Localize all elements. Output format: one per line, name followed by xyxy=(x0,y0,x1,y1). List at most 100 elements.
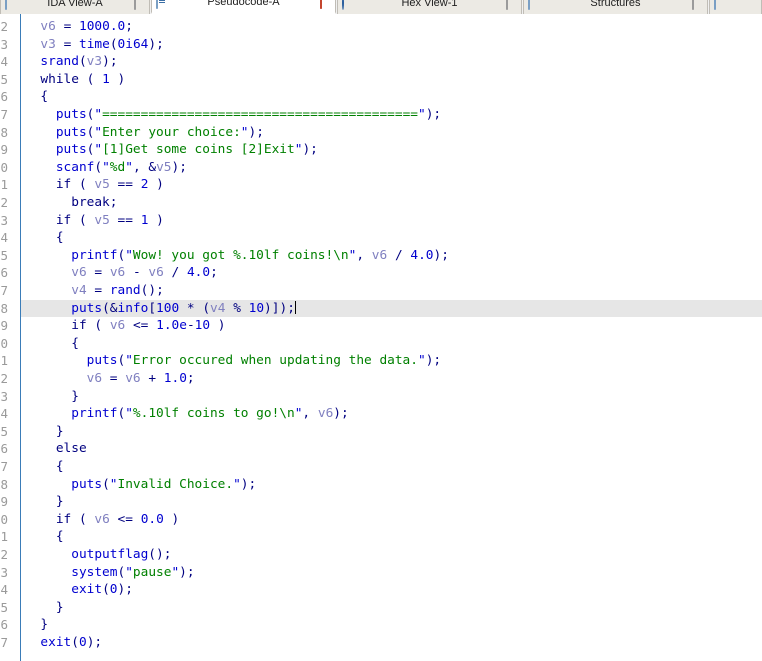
line-number: 22 xyxy=(0,371,8,386)
close-icon[interactable] xyxy=(320,0,331,9)
code-text: puts("==================================… xyxy=(55,107,442,122)
code-text: while ( 1 ) xyxy=(40,71,126,87)
code-line[interactable]: scanf("%d", &v5); xyxy=(21,159,762,177)
code-text: { xyxy=(40,89,49,105)
code-line[interactable]: else xyxy=(21,440,762,458)
code-text: system("pause"); xyxy=(71,564,195,580)
code-text: break; xyxy=(71,195,118,210)
code-line[interactable]: { xyxy=(21,458,762,476)
code-line[interactable]: v4 = rand(); xyxy=(21,282,762,300)
tab-ida-view-a[interactable]: IDA View-A xyxy=(0,0,150,14)
line-number: 10 xyxy=(0,159,8,175)
code-line[interactable]: srand(v3); xyxy=(21,53,762,71)
line-number: 27 xyxy=(0,459,8,474)
code-line[interactable]: puts("==================================… xyxy=(21,106,762,124)
line-number: 14 xyxy=(0,230,8,246)
code-line[interactable]: if ( v6 <= 1.0e-10 ) xyxy=(21,317,762,335)
code-text: } xyxy=(55,599,64,615)
code-text: if ( v5 == 2 ) xyxy=(55,177,164,193)
code-line[interactable]: puts("Error occured when updating the da… xyxy=(21,352,762,370)
code-line[interactable]: printf("Wow! you got %.10lf coins!\n", v… xyxy=(21,247,762,265)
code-line[interactable]: puts("[1]Get some coins [2]Exit"); xyxy=(21,141,762,159)
code-line[interactable]: { xyxy=(21,229,762,247)
hex-circle-icon xyxy=(342,0,353,10)
tab-structures[interactable]: Structures xyxy=(523,0,708,14)
code-line[interactable]: if ( v6 <= 0.0 ) xyxy=(21,511,762,529)
code-text: } xyxy=(71,388,79,404)
code-line[interactable]: { xyxy=(21,335,762,353)
text-cursor xyxy=(294,300,296,314)
pseudocode-page-icon xyxy=(156,0,167,9)
code-line[interactable]: v6 = v6 + 1.0; xyxy=(21,370,762,388)
code-line[interactable]: } xyxy=(21,423,762,441)
line-number: 26 xyxy=(0,441,8,457)
line-number: 18 xyxy=(0,300,8,316)
code-text: puts("Invalid Choice."); xyxy=(71,476,257,492)
restore-icon[interactable] xyxy=(692,0,703,10)
line-number: 2 xyxy=(0,19,8,34)
code-text: { xyxy=(71,335,79,351)
tab-extra[interactable] xyxy=(709,0,762,14)
line-number: 8 xyxy=(0,124,8,140)
code-line[interactable]: } xyxy=(21,493,762,511)
code-line[interactable]: puts("Invalid Choice."); xyxy=(21,476,762,494)
code-line[interactable]: exit(0); xyxy=(21,634,762,652)
code-text: v6 = v6 - v6 / 4.0; xyxy=(71,265,218,281)
restore-icon[interactable] xyxy=(134,0,145,10)
line-number: 17 xyxy=(0,283,8,298)
tab-label: Pseudocode-A xyxy=(207,0,280,8)
code-line[interactable]: if ( v5 == 2 ) xyxy=(21,176,762,194)
line-number: 29 xyxy=(0,494,8,510)
line-number: 9 xyxy=(0,142,8,158)
code-line[interactable]: system("pause"); xyxy=(21,564,762,582)
code-text: } xyxy=(40,617,49,633)
code-line[interactable]: printf("%.10lf coins to go!\n", v6); xyxy=(21,405,762,423)
code-line[interactable]: puts(&info[100 * (v4 % 10)]); xyxy=(21,299,762,318)
line-number: 24 xyxy=(0,406,8,422)
line-number: 5 xyxy=(0,71,8,87)
line-number: 23 xyxy=(0,388,8,404)
code-text: v3 = time(0i64); xyxy=(40,36,164,52)
line-number: 37 xyxy=(0,635,8,650)
code-line[interactable]: outputflag(); xyxy=(21,546,762,564)
line-number: 28 xyxy=(0,476,8,492)
line-number: 12 xyxy=(0,195,8,210)
restore-icon[interactable] xyxy=(506,0,517,10)
code-line[interactable]: v6 = v6 - v6 / 4.0; xyxy=(21,264,762,282)
pseudocode-editor[interactable]: 2345678910111213141516171819202122232425… xyxy=(0,14,762,661)
code-line[interactable]: } xyxy=(21,388,762,406)
code-line[interactable]: } xyxy=(21,599,762,617)
code-line[interactable]: exit(0); xyxy=(21,581,762,599)
code-text: } xyxy=(55,423,64,439)
tab-pseudocode-a[interactable]: Pseudocode-A xyxy=(151,0,336,14)
code-line[interactable]: { xyxy=(21,528,762,546)
tab-label: Hex View-1 xyxy=(401,0,458,9)
line-number: 11 xyxy=(0,177,8,193)
code-text: { xyxy=(55,230,64,246)
line-number: 4 xyxy=(0,54,8,70)
line-number-gutter: 2345678910111213141516171819202122232425… xyxy=(0,14,21,661)
code-lines[interactable]: v6 = 1000.0; v3 = time(0i64); srand(v3);… xyxy=(21,14,762,661)
code-text: puts("Enter your choice:"); xyxy=(55,124,264,140)
tab-hex-view-1[interactable]: Hex View-1 xyxy=(337,0,522,14)
code-line[interactable]: v6 = 1000.0; xyxy=(21,18,762,36)
code-line[interactable]: puts("Enter your choice:"); xyxy=(21,124,762,142)
line-number: 6 xyxy=(0,89,8,105)
code-line[interactable]: break; xyxy=(21,194,762,212)
line-number: 30 xyxy=(0,511,8,527)
code-line[interactable]: if ( v5 == 1 ) xyxy=(21,212,762,230)
code-text: if ( v6 <= 1.0e-10 ) xyxy=(71,318,226,334)
code-line[interactable]: v3 = time(0i64); xyxy=(21,36,762,54)
enums-box-icon xyxy=(714,0,725,10)
structures-box-icon xyxy=(528,0,539,10)
code-text: scanf("%d", &v5); xyxy=(55,159,187,175)
code-text: { xyxy=(55,459,64,474)
code-line[interactable]: } xyxy=(21,616,762,634)
line-number: 20 xyxy=(0,335,8,351)
line-number: 21 xyxy=(0,353,8,369)
line-number: 25 xyxy=(0,423,8,439)
code-text: printf("%.10lf coins to go!\n", v6); xyxy=(71,406,349,422)
code-line[interactable]: while ( 1 ) xyxy=(21,71,762,89)
line-number: 36 xyxy=(0,617,8,633)
code-line[interactable]: { xyxy=(21,88,762,106)
